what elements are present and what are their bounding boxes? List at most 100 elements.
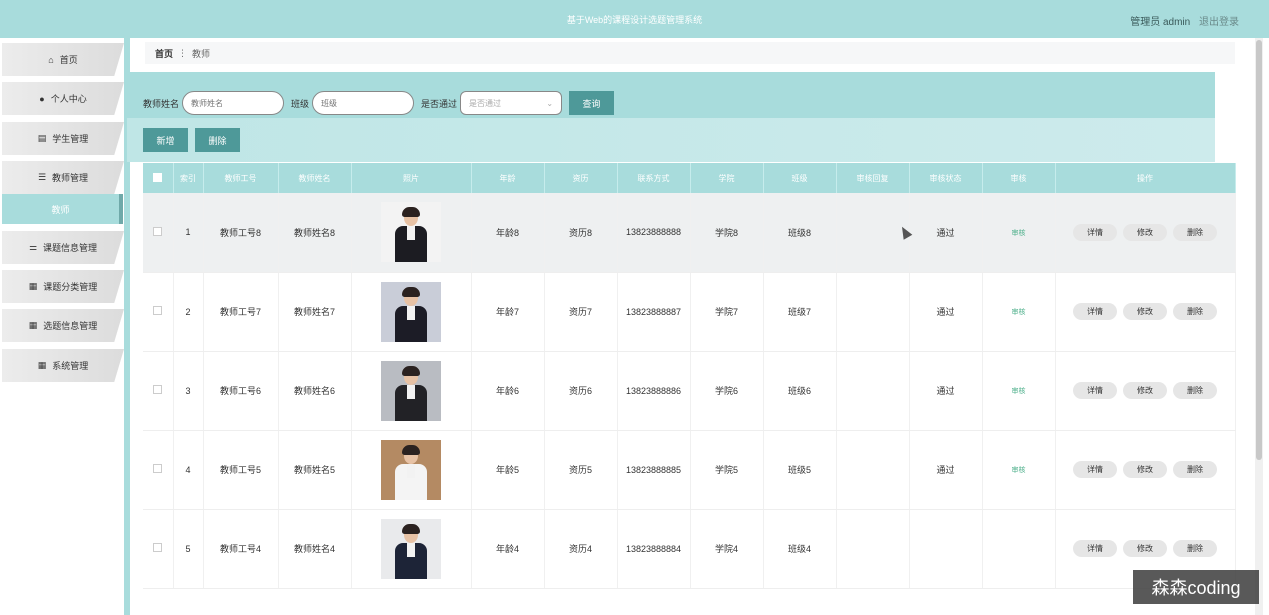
column-header: 年龄: [471, 163, 545, 193]
pass-select[interactable]: 是否通过 ⌄: [460, 91, 563, 115]
column-header: 审核: [982, 163, 1056, 193]
breadcrumb-separator: ⋮: [178, 47, 188, 58]
edit-button[interactable]: 修改: [1123, 382, 1167, 399]
audit-cell: [982, 509, 1056, 589]
cell-reply: [836, 351, 910, 431]
edit-button[interactable]: 修改: [1123, 303, 1167, 320]
cell-phone: 13823888887: [617, 272, 691, 352]
audit-cell: 审核: [982, 272, 1056, 352]
sidebar-item-2[interactable]: ▤ 学生管理: [2, 122, 124, 155]
cell-name: 教师姓名6: [278, 351, 352, 431]
teacher-photo: [381, 281, 441, 342]
detail-button[interactable]: 详情: [1073, 540, 1117, 557]
grid-icon: ▦: [28, 281, 38, 291]
row-checkbox[interactable]: [153, 464, 163, 473]
select-all-checkbox[interactable]: [153, 172, 163, 182]
teacher-photo: [381, 202, 441, 263]
panel-decoration: [127, 118, 1215, 162]
cell-phone: 13823888884: [617, 509, 691, 589]
edit-button[interactable]: 修改: [1123, 540, 1167, 557]
header-bar: 基于Web的课程设计选题管理系统 管理员 admin 退出登录: [0, 0, 1269, 38]
audit-link[interactable]: 审核: [1012, 309, 1026, 316]
query-button[interactable]: 查询: [569, 91, 615, 115]
teacher-photo: [381, 439, 441, 500]
sidebar-item-7[interactable]: ▦ 选题信息管理: [2, 309, 124, 342]
logout-link[interactable]: 退出登录: [1199, 17, 1239, 28]
delete-button[interactable]: 删除: [1173, 540, 1217, 557]
cell-class: 班级8: [763, 193, 837, 273]
row-checkbox[interactable]: [153, 385, 163, 394]
table-body: 1 教师工号8 教师姓名8 年龄8 资历8 13823888888 学院8 班级8 通过 审核 详情…: [143, 193, 1236, 589]
table-row[interactable]: 5 教师工号4 教师姓名4 年龄4 资历4 13823888884 学院4 班级4 详情 修改 删除: [143, 509, 1236, 589]
edit-button[interactable]: 修改: [1123, 461, 1167, 478]
search-row: 教师姓名 班级 是否通过 是否通过 ⌄ 查询: [143, 91, 615, 115]
sidebar-item-5[interactable]: ⚌ 课题信息管理: [2, 231, 124, 264]
cell-class: 班级4: [763, 509, 837, 589]
sidebar-item-8[interactable]: ▦ 系统管理: [2, 349, 124, 382]
row-checkbox[interactable]: [153, 306, 163, 315]
column-header: 学院: [690, 163, 764, 193]
teacher-name-input[interactable]: [182, 91, 285, 115]
table-row[interactable]: 3 教师工号6 教师姓名6 年龄6 资历6 13823888886 学院6 班级6 通过 审核 详情…: [143, 351, 1236, 431]
cell-name: 教师姓名5: [278, 430, 352, 510]
detail-button[interactable]: 详情: [1073, 303, 1117, 320]
audit-link[interactable]: 审核: [1012, 467, 1026, 474]
column-header: 教师姓名: [278, 163, 352, 193]
sidebar-item-3[interactable]: ☰ 教师管理: [2, 161, 124, 194]
column-header: 资历: [544, 163, 618, 193]
delete-button[interactable]: 删除: [1173, 461, 1217, 478]
delete-button[interactable]: 删除: [1173, 382, 1217, 399]
delete-button[interactable]: 删除: [1173, 303, 1217, 320]
scrollbar[interactable]: [1255, 38, 1263, 615]
teacher-photo: [381, 518, 441, 579]
row-checkbox[interactable]: [153, 226, 163, 236]
cell-status: 通过: [909, 272, 983, 352]
cell-index: 2: [173, 272, 204, 352]
detail-button[interactable]: 详情: [1073, 223, 1117, 241]
sidebar-item-label: 课题信息管理: [43, 243, 98, 253]
cell-index: 1: [173, 193, 204, 273]
cell-id: 教师工号8: [203, 193, 279, 273]
photo-shirt: [407, 305, 415, 320]
column-header: 索引: [173, 163, 204, 193]
add-button[interactable]: 新增: [143, 128, 188, 152]
cell-qual: 资历8: [544, 193, 618, 273]
table-row[interactable]: 1 教师工号8 教师姓名8 年龄8 资历8 13823888888 学院8 班级8 通过 审核 详情…: [143, 193, 1236, 273]
table-row[interactable]: 2 教师工号7 教师姓名7 年龄7 资历7 13823888887 学院7 班级7 通过 审核 详情…: [143, 272, 1236, 352]
photo-cell: [351, 193, 472, 273]
photo-hair: [402, 365, 420, 376]
sidebar-item-1[interactable]: ● 个人中心: [2, 82, 124, 115]
audit-link[interactable]: 审核: [1012, 230, 1026, 237]
delete-button[interactable]: 删除: [1173, 223, 1217, 241]
cell-index: 4: [173, 430, 204, 510]
grid-icon: ▦: [28, 320, 38, 330]
cell-id: 教师工号6: [203, 351, 279, 431]
photo-shirt: [407, 463, 415, 478]
cell-status: 通过: [909, 430, 983, 510]
sidebar-item-0[interactable]: ⌂ 首页: [2, 43, 124, 76]
grid-icon: ▦: [37, 360, 47, 370]
breadcrumb-home[interactable]: 首页: [155, 47, 173, 60]
photo-cell: [351, 430, 472, 510]
column-header: 照片: [351, 163, 472, 193]
audit-link[interactable]: 审核: [1012, 388, 1026, 395]
cell-class: 班级6: [763, 351, 837, 431]
clipboard-icon: ▤: [37, 133, 47, 143]
table-row[interactable]: 4 教师工号5 教师姓名5 年龄5 资历5 13823888885 学院5 班级5 通过 审核 详情…: [143, 430, 1236, 510]
scrollbar-thumb[interactable]: [1256, 40, 1262, 460]
detail-button[interactable]: 详情: [1073, 382, 1117, 399]
edit-button[interactable]: 修改: [1123, 223, 1167, 241]
detail-button[interactable]: 详情: [1073, 461, 1117, 478]
sidebar-item-6[interactable]: ▦ 课题分类管理: [2, 270, 124, 303]
user-label: 管理员 admin: [1130, 17, 1191, 28]
sidebar-item-4[interactable]: 教师: [2, 194, 123, 224]
delete-button[interactable]: 删除: [195, 128, 240, 152]
cell-id: 教师工号7: [203, 272, 279, 352]
cell-name: 教师姓名7: [278, 272, 352, 352]
cell-phone: 13823888888: [617, 193, 691, 273]
cell-qual: 资历5: [544, 430, 618, 510]
row-checkbox[interactable]: [153, 543, 163, 552]
class-input[interactable]: [312, 91, 415, 115]
list-icon: ☰: [37, 172, 47, 182]
cell-phone: 13823888885: [617, 430, 691, 510]
